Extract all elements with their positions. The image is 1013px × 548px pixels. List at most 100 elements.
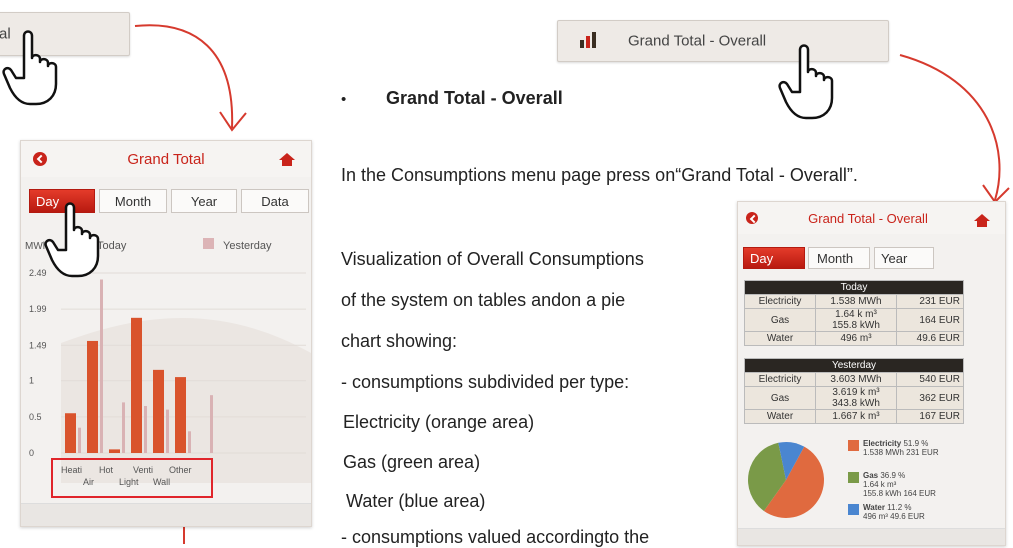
legend-detail: 496 m³ 49.6 EUR [863,512,925,521]
x-label: Hot [99,465,114,475]
y-tick-label: 1.99 [29,304,47,314]
description-line: Water (blue area) [346,491,486,511]
table-row: Electricity 1.538 MWh 231 EUR [744,294,964,309]
instruction-text: In the Consumptions menu page press on“G… [341,165,858,185]
hand-cursor-icon [2,30,58,106]
back-icon[interactable] [33,152,47,166]
y-tick-label: 1.49 [29,340,47,350]
bar-yesterday [210,395,213,453]
cell-cost: 164 EUR [896,308,964,332]
description-line: chart showing: [341,331,458,351]
table-header: Today [744,280,964,295]
legend-gas-swatch [848,472,859,483]
grand-total-overall-screen: Grand Total - Overall Day Month Year Tod… [737,201,1006,546]
legend-pct: 51.9 % [903,439,929,448]
cell-cost: 167 EUR [896,409,964,424]
table-row: Gas 1.64 k m³ 155.8 kWh 164 EUR [744,308,964,332]
cell-type: Water [744,409,816,424]
legend-detail: 1.538 MWh 231 EUR [863,448,939,457]
screen-footer [738,528,1005,545]
cell-type: Electricity [744,372,816,387]
y-tick-label: 0.5 [29,412,42,422]
legend-water: Water 11.2 % 496 m³ 49.6 EUR [863,503,925,521]
cell-cost: 362 EUR [896,386,964,410]
description-line: Visualization of Overall Consumptions [341,249,644,269]
cell-type: Water [744,331,816,346]
table-header: Yesterday [744,358,964,373]
screen-header: Grand Total - Overall [738,202,1005,234]
tab-year[interactable]: Year [874,247,934,269]
description-line: - consumptions valued accordingto the [341,527,650,547]
legend-name: Gas [863,471,879,480]
legend-detail: 155.8 kWh 164 EUR [863,489,936,498]
x-label: Heati [61,465,83,475]
hand-cursor-icon [778,44,834,120]
home-icon[interactable] [974,214,990,227]
table-row: Electricity 3.603 MWh 540 EUR [744,372,964,387]
description-line: Electricity (orange area) [343,412,535,432]
screen-title: Grand Total - Overall [808,211,928,226]
back-icon[interactable] [746,212,758,224]
y-tick-label: 0 [29,448,34,458]
table-row: Water 1.667 k m³ 167 EUR [744,409,964,424]
description-line: of the system on tables andon a pie [341,290,626,310]
legend-detail: 1.64 k m³ [863,480,897,489]
tab-day[interactable]: Day [743,247,805,269]
bar-today [109,449,120,453]
bar-today [175,377,186,453]
today-table: Today Electricity 1.538 MWh 231 EUR Gas … [744,280,964,346]
section-heading: Grand Total - Overall [386,88,563,108]
consumption-bar-chart: 2.491.991.4910.50 [29,268,311,483]
bar-yesterday [166,409,169,453]
screen-title: Grand Total [127,151,205,168]
bar-yesterday [78,427,81,453]
description-line: Gas (green area) [343,452,481,472]
legend-electricity-swatch [848,440,859,451]
legend-pct: 11.2 % [887,503,912,512]
cell-cost: 231 EUR [896,294,964,309]
cell-amount: 1.538 MWh [815,294,897,309]
menu-button-label: Grand Total - Overall [628,32,767,50]
legend-pct: 36.9 % [880,471,906,480]
legend-yesterday-swatch [203,238,214,249]
tab-data[interactable]: Data [241,189,309,213]
legend-yesterday-label: Yesterday [223,240,272,252]
x-label: Other [169,465,192,475]
home-icon[interactable] [279,153,295,166]
bar-today [87,340,98,453]
amount-line: 155.8 kWh [832,320,880,331]
table-row: Gas 3.619 k m³ 343.8 kWh 362 EUR [744,386,964,410]
arrow-right [899,54,1001,201]
amount-line: 343.8 kWh [832,398,880,409]
tab-year[interactable]: Year [171,189,237,213]
legend-water-swatch [848,504,859,515]
grand-total-screen: Grand Total Day Month Year Data MWh Toda… [20,140,312,527]
amount-line: 1.64 k m³ [835,309,877,320]
tab-month[interactable]: Month [808,247,870,269]
cell-type: Gas [744,386,816,410]
cell-cost: 540 EUR [896,372,964,387]
legend-gas: Gas 36.9 % 1.64 k m³ 155.8 kWh 164 EUR [863,471,936,498]
x-label: Wall [153,477,171,487]
cell-amount: 3.619 k m³ 343.8 kWh [815,386,897,410]
screen-header: Grand Total [21,141,311,177]
consumption-pie-chart [748,442,824,518]
bar-chart-icon [580,32,596,48]
yesterday-table: Yesterday Electricity 3.603 MWh 540 EUR … [744,358,964,424]
cell-amount: 1.64 k m³ 155.8 kWh [815,308,897,332]
cell-type: Electricity [744,294,816,309]
hand-cursor-icon [44,202,100,278]
bar-today [131,317,142,453]
arrow-left [134,24,234,129]
table-row: Water 496 m³ 49.6 EUR [744,331,964,346]
x-label: Venti [133,465,154,475]
bar-yesterday [144,406,147,453]
description-line: - consumptions subdivided per type: [341,372,630,392]
cell-amount: 496 m³ [815,331,897,346]
bar-yesterday [188,431,191,453]
bar-today [65,413,76,453]
legend-name: Electricity [863,439,902,448]
bar-today [153,369,164,453]
bar-yesterday [122,402,125,453]
bullet-dot: • [341,91,347,108]
